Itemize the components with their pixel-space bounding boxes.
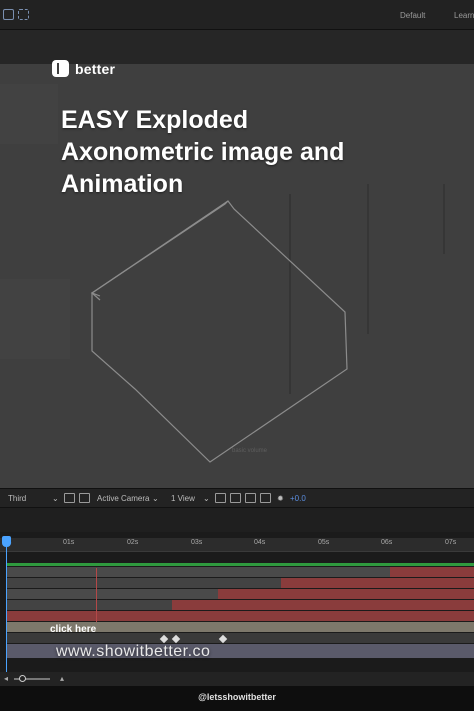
transform-tool-icon[interactable]	[18, 9, 29, 20]
views-select[interactable]: 1 View	[171, 494, 195, 503]
timeline-header	[0, 508, 474, 532]
better-logo-icon	[52, 60, 69, 77]
ruler-tick: 01s	[63, 539, 75, 546]
snapshot-icon[interactable]	[245, 493, 256, 503]
grid-toggle-icon[interactable]	[64, 493, 75, 503]
zoom-in-icon[interactable]: ▴	[60, 674, 64, 683]
layer-track[interactable]	[6, 567, 474, 577]
exposure-icon[interactable]: ✹	[277, 494, 284, 503]
workspace-default-tab[interactable]: Default	[400, 11, 425, 20]
click-here-label[interactable]: click here	[50, 624, 96, 635]
page-title: EASY Exploded Axonometric image and Anim…	[61, 104, 441, 200]
playhead-line[interactable]	[6, 538, 7, 672]
layer-track[interactable]	[6, 600, 474, 610]
footer-bar: @letsshowitbetter	[0, 686, 474, 711]
brand-logo: better	[52, 60, 115, 77]
safe-zones-icon[interactable]	[79, 493, 90, 503]
layer-track[interactable]	[6, 578, 474, 588]
layer-track[interactable]	[6, 589, 474, 599]
show-snapshot-icon[interactable]	[260, 493, 271, 503]
social-handle: @letsshowitbetter	[198, 692, 276, 702]
timeline-zoom-bar: ◂ ▴	[0, 672, 474, 686]
website-watermark: www.showitbetter.co	[56, 643, 211, 660]
layer-bar[interactable]	[218, 589, 474, 599]
camera-select[interactable]: Active Camera	[97, 494, 149, 503]
app-top-bar: Default Learn	[0, 0, 474, 30]
layer-bar[interactable]	[281, 578, 474, 588]
title-line-1: EASY Exploded	[61, 106, 249, 134]
time-ruler[interactable]: 0s 01s 02s 03s 04s 05s 06s 07s	[0, 538, 474, 552]
ruler-tick: 07s	[445, 539, 457, 546]
zoom-slider-knob[interactable]	[19, 675, 26, 682]
chevron-down-icon[interactable]: ⌄	[52, 494, 59, 503]
chevron-down-icon[interactable]: ⌄	[152, 494, 159, 503]
shape-caption: basic volume	[232, 448, 268, 454]
marker-line	[96, 568, 97, 622]
ruler-tick: 06s	[381, 539, 393, 546]
view-mode-select[interactable]: Third	[8, 494, 26, 503]
ruler-tick: 04s	[254, 539, 266, 546]
ruler-tick: 05s	[318, 539, 330, 546]
ruler-tick: 02s	[127, 539, 139, 546]
selection-tool-icon[interactable]	[3, 9, 14, 20]
layer-bar[interactable]	[6, 611, 474, 621]
chevron-down-icon[interactable]: ⌄	[203, 494, 210, 503]
brand-name: better	[75, 60, 116, 77]
layer-bar[interactable]	[390, 567, 474, 577]
layer-bar[interactable]	[172, 600, 474, 610]
playhead-handle[interactable]	[2, 536, 11, 547]
workspace-learn-tab[interactable]: Learn	[454, 11, 474, 20]
transparency-grid-icon[interactable]	[230, 493, 241, 503]
panel-header-bar	[0, 30, 474, 64]
viewer-toolbar: Third ⌄ Active Camera ⌄ 1 View ⌄ ✹ +0.0	[0, 488, 474, 508]
work-area-bar[interactable]	[6, 563, 474, 566]
object-outline-shape	[90, 200, 348, 463]
region-of-interest-icon[interactable]	[215, 493, 226, 503]
exposure-value[interactable]: +0.0	[290, 494, 306, 503]
title-line-3: Animation	[61, 170, 184, 198]
timeline-panel[interactable]: 0s 01s 02s 03s 04s 05s 06s 07s click her…	[0, 532, 474, 672]
title-line-2: Axonometric image and	[61, 138, 345, 166]
zoom-out-icon[interactable]: ◂	[4, 674, 8, 683]
ruler-tick: 03s	[191, 539, 203, 546]
